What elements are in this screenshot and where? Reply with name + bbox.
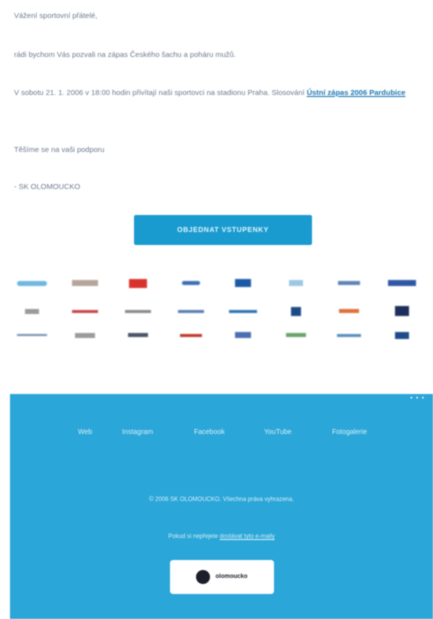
sponsor-logos [12,272,422,362]
support-paragraph: Těšíme se na vaši podporu [14,145,105,154]
buy-tickets-button[interactable]: OBJEDNAT VSTUPENKY [134,215,312,245]
footer-link-fotogalerie[interactable]: Fotogalerie [332,429,367,436]
sponsor-logo[interactable] [12,330,52,340]
unsubscribe-prefix: Pokud si nepřejete [168,534,220,540]
greeting-text: Vážení sportovní přátelé, [14,11,98,20]
sponsor-logo[interactable] [65,330,105,340]
sponsor-logo[interactable] [329,306,369,316]
sponsor-logo[interactable] [118,306,158,316]
sponsor-logo[interactable] [276,306,316,316]
sponsor-logo[interactable] [12,278,52,288]
footer-nav: Web Instagram Facebook YouTube Fotogaler… [10,429,433,443]
footer-logo-text: olomoucko [215,574,248,580]
footer: • • • Web Instagram Facebook YouTube Fot… [10,394,433,619]
sponsor-logo[interactable] [223,330,263,340]
sponsor-logo[interactable] [12,306,52,316]
signature-text: - SK OLOMOUCKO [14,182,81,191]
sponsor-logo[interactable] [65,278,105,288]
sponsor-logo[interactable] [329,278,369,288]
sponsor-logo[interactable] [171,278,211,288]
event-details-text: V sobotu 21. 1. 2006 v 18:00 hodin přiví… [14,88,307,97]
club-logo-icon [196,570,211,584]
copyright-text: © 2006 SK OLOMOUCKO. Všechna práva vyhra… [149,497,294,503]
sponsor-logo[interactable] [223,278,263,288]
event-link[interactable]: Ústní zápas 2006 Pardubice [307,88,406,97]
sponsor-logo[interactable] [223,306,263,316]
sponsor-row-1 [12,278,422,288]
email-page: Vážení sportovní přátelé, rádi bychom Vá… [0,0,433,619]
footer-link-web[interactable]: Web [78,429,92,436]
unsubscribe-link[interactable]: dostávat tyto e-maily [220,534,275,540]
footer-link-instagram[interactable]: Instagram [122,429,153,436]
sponsor-logo[interactable] [329,330,369,340]
event-details-paragraph: V sobotu 21. 1. 2006 v 18:00 hodin přiví… [14,87,419,98]
sponsor-logo[interactable] [118,278,158,288]
footer-link-facebook[interactable]: Facebook [194,429,225,436]
sponsor-logo[interactable] [382,330,422,340]
sponsor-logo[interactable] [65,306,105,316]
sponsor-row-2 [12,306,422,316]
footer-link-youtube[interactable]: YouTube [264,429,292,436]
sponsor-logo[interactable] [171,330,211,340]
unsubscribe-text: Pokud si nepřejete dostávat tyto e-maily [10,534,433,540]
sponsor-logo[interactable] [382,278,422,288]
sponsor-logo[interactable] [276,278,316,288]
footer-logo[interactable]: olomoucko [170,560,274,594]
sponsor-logo[interactable] [382,306,422,316]
sponsor-row-3 [12,330,422,340]
sponsor-logo[interactable] [276,330,316,340]
sponsor-logo[interactable] [118,330,158,340]
invitation-paragraph: rádi bychom Vás pozvali na zápas Českého… [14,50,236,59]
decorative-dots-icon: • • • [410,396,425,402]
sponsor-logo[interactable] [171,306,211,316]
